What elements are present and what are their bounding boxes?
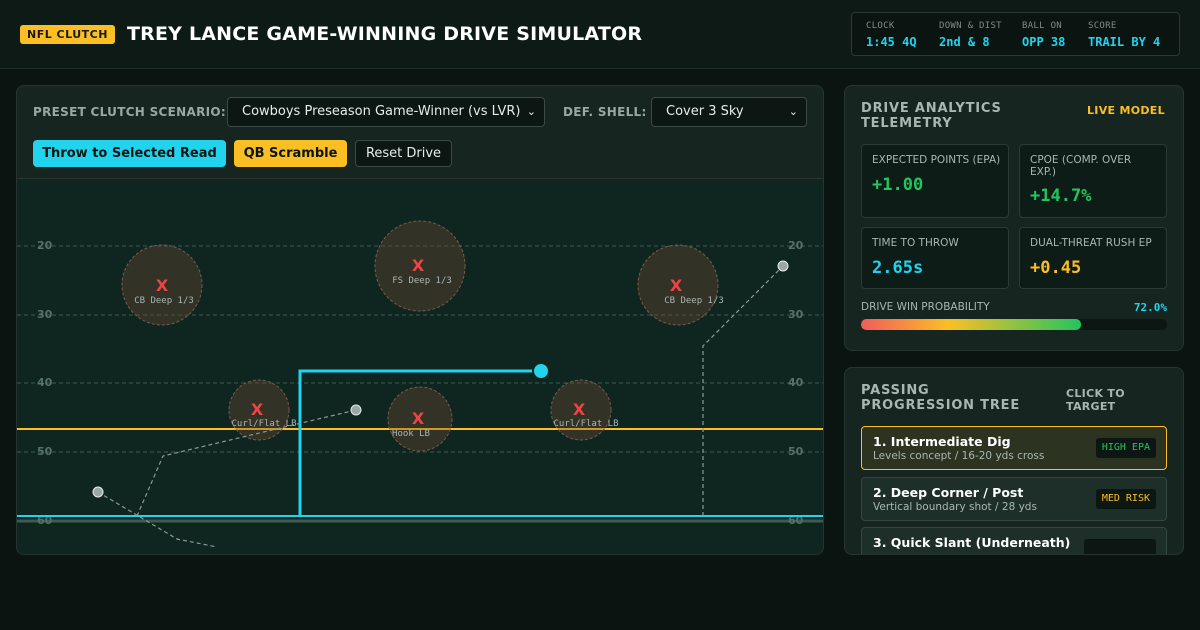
win-probability-value: 72.0% <box>1133 301 1167 314</box>
scenario-label: PRESET CLUTCH SCENARIO: <box>33 105 226 119</box>
read-subtitle: Vertical boundary shot / 28 yds <box>873 501 1037 513</box>
route-target-selected[interactable] <box>532 362 550 380</box>
defender-mark: X <box>156 276 169 295</box>
defender-free-safety: X FS Deep 1/3 <box>374 220 466 312</box>
read-title: 3. Quick Slant (Underneath) <box>873 535 1071 550</box>
defender-label: Hook LB <box>392 429 430 439</box>
defender-label: CB Deep 1/3 <box>664 296 724 306</box>
defender-label: Curl/Flat LB <box>231 419 296 429</box>
metric-value: 2.65s <box>872 258 924 278</box>
defender-mark: X <box>670 276 683 295</box>
telemetry-title: DRIVE ANALYTICS TELEMETRY <box>861 101 1002 131</box>
read-subtitle: Levels concept / 16-20 yds cross <box>873 450 1045 462</box>
app-header: NFL CLUTCH TREY LANCE GAME-WINNING DRIVE… <box>0 0 1200 69</box>
route-target[interactable] <box>92 486 104 498</box>
yard-number-left: 30 <box>37 308 53 321</box>
yard-number-left: 40 <box>37 376 53 389</box>
defender-cb-right: X CB Deep 1/3 <box>637 244 724 326</box>
progression-title: PASSING PROGRESSION TREE <box>861 383 1021 413</box>
read-deep-corner-post[interactable]: 2. Deep Corner / Post Vertical boundary … <box>861 477 1167 521</box>
metric-value: +14.7% <box>1030 186 1092 206</box>
yard-number-right: 50 <box>788 445 804 458</box>
defender-hook-lb: X Hook LB <box>387 386 453 452</box>
field-canvas[interactable]: 20 30 40 50 60 20 30 40 50 60 X CB Deep … <box>17 179 824 555</box>
def-shell-label: DEF. SHELL: <box>563 105 647 119</box>
metric-time-to-throw: TIME TO THROW 2.65s <box>861 227 1009 289</box>
live-model-tag: LIVE MODEL <box>1087 104 1165 117</box>
defender-lb-left: X Curl/Flat LB <box>228 379 297 441</box>
yard-number-left: 20 <box>37 239 53 252</box>
telemetry-panel: DRIVE ANALYTICS TELEMETRY LIVE MODEL EXP… <box>844 85 1184 351</box>
defender-mark: X <box>412 256 425 275</box>
route-target[interactable] <box>350 404 362 416</box>
click-to-target-tag: CLICK TO TARGET <box>1066 387 1125 413</box>
progression-panel: PASSING PROGRESSION TREE CLICK TO TARGET… <box>844 367 1184 555</box>
defender-mark: X <box>251 400 264 419</box>
game-scoreboard: CLOCK 1:45 4Q DOWN & DIST 2nd & 8 BALL O… <box>851 12 1180 56</box>
scoreboard-down-distance: DOWN & DIST 2nd & 8 <box>939 21 1002 49</box>
read-badge: MED RISK <box>1095 489 1156 509</box>
defender-mark: X <box>573 400 586 419</box>
yard-number-right: 40 <box>788 376 804 389</box>
metric-value: +1.00 <box>872 175 924 195</box>
defender-label: Curl/Flat LB <box>553 419 618 429</box>
defender-label: CB Deep 1/3 <box>134 296 194 306</box>
def-shell-select-value: Cover 3 Sky <box>666 104 744 119</box>
win-probability-label: DRIVE WIN PROBABILITY <box>861 301 990 313</box>
chevron-down-icon: ⌄ <box>788 105 798 118</box>
defender-mark: X <box>412 409 425 428</box>
chevron-down-icon: ⌄ <box>526 105 536 118</box>
scoreboard-score: SCORE TRAIL BY 4 <box>1088 21 1161 49</box>
read-title: 1. Intermediate Dig <box>873 434 1011 449</box>
yard-number-left: 50 <box>37 445 53 458</box>
read-intermediate-dig[interactable]: 1. Intermediate Dig Levels concept / 16-… <box>861 426 1167 470</box>
read-quick-slant[interactable]: 3. Quick Slant (Underneath) <box>861 527 1167 554</box>
def-shell-select[interactable]: Cover 3 Sky ⌄ <box>651 97 807 127</box>
read-badge <box>1084 539 1156 554</box>
scenario-select-value: Cowboys Preseason Game-Winner (vs LVR) <box>242 104 521 119</box>
scoreboard-ball-on: BALL ON OPP 38 <box>1022 21 1066 49</box>
win-probability-bar <box>861 319 1167 330</box>
nfl-clutch-badge: NFL CLUTCH <box>20 25 115 44</box>
page-title: TREY LANCE GAME-WINNING DRIVE SIMULATOR <box>127 23 643 45</box>
metric-value: +0.45 <box>1030 258 1082 278</box>
scoreboard-clock: CLOCK 1:45 4Q <box>866 21 917 49</box>
defender-lb-right: X Curl/Flat LB <box>550 379 619 441</box>
metric-rush-ep: DUAL-THREAT RUSH EP +0.45 <box>1019 227 1167 289</box>
scenario-select[interactable]: Cowboys Preseason Game-Winner (vs LVR) ⌄ <box>227 97 545 127</box>
win-probability-fill <box>861 319 1082 330</box>
defender-label: FS Deep 1/3 <box>392 276 452 286</box>
yard-number-right: 30 <box>788 308 804 321</box>
reset-drive-button[interactable]: Reset Drive <box>355 140 452 167</box>
yard-number-right: 20 <box>788 239 804 252</box>
read-title: 2. Deep Corner / Post <box>873 485 1024 500</box>
read-badge: HIGH EPA <box>1095 438 1156 458</box>
throw-button[interactable]: Throw to Selected Read <box>33 140 226 167</box>
scramble-button[interactable]: QB Scramble <box>234 140 347 167</box>
metric-epa: EXPECTED POINTS (EPA) +1.00 <box>861 144 1009 218</box>
route-target[interactable] <box>777 260 789 272</box>
defender-cb-left: X CB Deep 1/3 <box>121 244 203 326</box>
simulator-panel: PRESET CLUTCH SCENARIO: Cowboys Preseaso… <box>16 85 824 555</box>
metric-cpoe: CPOE (COMP. OVER EXP.) +14.7% <box>1019 144 1167 218</box>
football-field[interactable]: 20 30 40 50 60 20 30 40 50 60 X CB Deep … <box>17 178 824 555</box>
